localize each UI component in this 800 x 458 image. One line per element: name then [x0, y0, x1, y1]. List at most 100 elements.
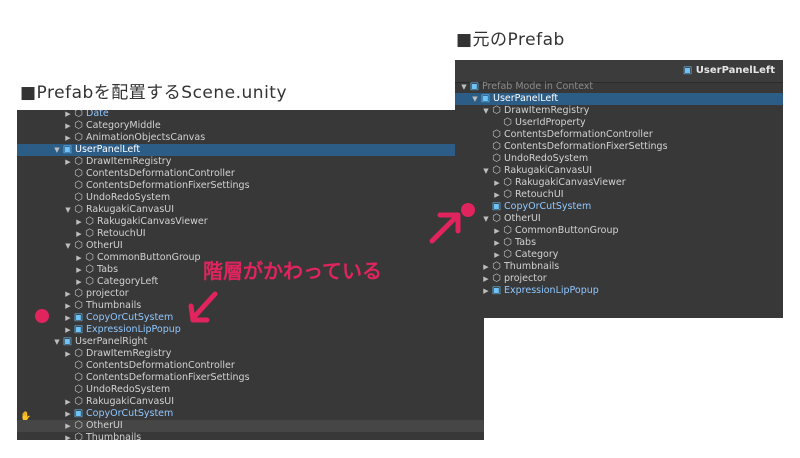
tree-item-undoredosystem[interactable]: ⬡ UndoRedoSystem [455, 153, 783, 165]
expand-right-icon[interactable]: ▶ [64, 420, 72, 432]
tree-item-contentsdeformationcontroller[interactable]: ⬡ ContentsDeformationController [17, 360, 484, 372]
expand-down-icon[interactable]: ▼ [460, 81, 468, 93]
tree-item-rakugakicanvasui[interactable]: ▼ ⬡ RakugakiCanvasUI [17, 204, 484, 216]
expand-right-icon[interactable]: ▶ [64, 348, 72, 360]
tree-item-retouchui[interactable]: ▶ ⬡ RetouchUI [455, 189, 783, 201]
expand-down-icon[interactable]: ▼ [471, 93, 479, 105]
tree-item-label: AnimationObjectsCanvas [86, 132, 206, 143]
tree-item-projector[interactable]: ▶ ⬡ projector [17, 288, 484, 300]
expand-right-icon[interactable]: ▶ [64, 324, 72, 336]
tree-item-label: RakugakiCanvasViewer [97, 216, 208, 227]
prefab-header-label: UserPanelLeft [695, 65, 775, 76]
tree-item-otherui[interactable]: ▼ ⬡ OtherUI [17, 240, 484, 252]
expand-down-icon[interactable]: ▼ [482, 105, 490, 117]
tree-item-label: RakugakiCanvasUI [86, 396, 175, 407]
tree-item-undoredosystem[interactable]: ⬡ UndoRedoSystem [17, 384, 484, 396]
tree-item-tabs[interactable]: ▶ ⬡ Tabs [455, 237, 783, 249]
tree-item-undoredosystem[interactable]: ⬡ UndoRedoSystem [17, 192, 484, 204]
tree-item-animationobjectscanvas[interactable]: ▶ ⬡ AnimationObjectsCanvas [17, 132, 484, 144]
tree-item-label: DrawItemRegistry [86, 348, 172, 359]
tree-item-userpanelleft[interactable]: ▼ ▣ UserPanelLeft [455, 93, 783, 105]
tree-item-expressionlippopup[interactable]: ▶ ▣ ExpressionLipPopup [17, 324, 484, 336]
expand-right-icon[interactable]: ▶ [64, 396, 72, 408]
tree-item-otherui[interactable]: ▶ ⬡ OtherUI [17, 420, 484, 432]
expand-right-icon[interactable]: ▶ [64, 156, 72, 168]
expand-down-icon[interactable]: ▼ [64, 240, 72, 252]
expand-right-icon[interactable]: ▶ [493, 189, 501, 201]
expand-down-icon[interactable]: ▼ [482, 213, 490, 225]
tree-item-contentsdeformationfixersettings[interactable]: ⬡ ContentsDeformationFixerSettings [455, 141, 783, 153]
tree-item-label: ContentsDeformationController [504, 129, 653, 140]
tree-item-copyorcutsystem[interactable]: ▶ ▣ CopyOrCutSystem [17, 312, 484, 324]
expand-right-icon[interactable]: ▶ [64, 432, 72, 440]
tree-item-rakugakicanvasviewer[interactable]: ▶ ⬡ RakugakiCanvasViewer [455, 177, 783, 189]
tree-item-thumbnails[interactable]: ▶ ⬡ Thumbnails [455, 261, 783, 273]
expand-right-icon[interactable]: ▶ [64, 110, 72, 120]
tree-item-expressionlippopup[interactable]: ▶ ▣ ExpressionLipPopup [455, 285, 783, 297]
tree-item-otherui[interactable]: ▼ ⬡ OtherUI [455, 213, 783, 225]
expand-down-icon[interactable]: ▼ [53, 336, 61, 348]
expand-right-icon[interactable]: ▶ [75, 228, 83, 240]
expand-right-icon[interactable]: ▶ [482, 273, 490, 285]
tree-item-drawitemregistry[interactable]: ▶ ⬡ DrawItemRegistry [17, 156, 484, 168]
expand-right-icon[interactable]: ▶ [75, 276, 83, 288]
tree-item-thumbnails[interactable]: ▶ ⬡ Thumbnails [17, 432, 484, 440]
tree-item-userpanelright[interactable]: ▼ ▣ UserPanelRight [17, 336, 484, 348]
gameobject-icon: ⬡ [74, 120, 83, 131]
expand-right-icon[interactable]: ▶ [493, 225, 501, 237]
tree-item-copyorcutsystem[interactable]: ▣ CopyOrCutSystem [455, 201, 783, 213]
tree-item-prefab-mode-in-context[interactable]: ▼ ▣ Prefab Mode in Context [455, 81, 783, 93]
tree-item-drawitemregistry[interactable]: ▶ ⬡ DrawItemRegistry [17, 348, 484, 360]
expand-right-icon[interactable]: ▶ [493, 249, 501, 261]
tree-item-label: UndoRedoSystem [86, 384, 171, 395]
tree-item-copyorcutsystem[interactable]: ▶ ▣ CopyOrCutSystem [17, 408, 484, 420]
expand-right-icon[interactable]: ▶ [482, 285, 490, 297]
expand-right-icon[interactable]: ▶ [75, 252, 83, 264]
expand-right-icon[interactable]: ▶ [64, 300, 72, 312]
tree-item-label: Thumbnails [86, 432, 142, 440]
expand-down-icon[interactable]: ▼ [64, 204, 72, 216]
tree-item-category[interactable]: ▶ ⬡ Category [455, 249, 783, 261]
tree-item-label: CommonButtonGroup [515, 225, 619, 236]
gameobject-icon: ⬡ [503, 237, 512, 248]
tree-item-commonbuttongroup[interactable]: ▶ ⬡ CommonButtonGroup [455, 225, 783, 237]
tree-item-contentsdeformationfixersettings[interactable]: ⬡ ContentsDeformationFixerSettings [17, 372, 484, 384]
gameobject-icon: ⬡ [492, 261, 501, 272]
tree-item-label: OtherUI [86, 240, 123, 251]
expand-right-icon[interactable]: ▶ [75, 264, 83, 276]
prefab-icon: ▣ [73, 312, 84, 323]
tree-item-drawitemregistry[interactable]: ▼ ⬡ DrawItemRegistry [455, 105, 783, 117]
tree-item-rakugakicanvasviewer[interactable]: ▶ ⬡ RakugakiCanvasViewer [17, 216, 484, 228]
tree-item-retouchui[interactable]: ▶ ⬡ RetouchUI [17, 228, 484, 240]
tree-item-contentsdeformationfixersettings[interactable]: ⬡ ContentsDeformationFixerSettings [17, 180, 484, 192]
tree-item-contentsdeformationcontroller[interactable]: ⬡ ContentsDeformationController [17, 168, 484, 180]
expand-right-icon[interactable]: ▶ [64, 120, 72, 132]
gameobject-icon: ⬡ [74, 110, 83, 119]
expand-right-icon[interactable]: ▶ [64, 288, 72, 300]
gameobject-icon: ⬡ [492, 273, 501, 284]
tree-item-contentsdeformationcontroller[interactable]: ⬡ ContentsDeformationController [455, 129, 783, 141]
tree-item-userpanelleft[interactable]: ▼ ▣ UserPanelLeft [17, 144, 484, 156]
tree-item-categorymiddle[interactable]: ▶ ⬡ CategoryMiddle [17, 120, 484, 132]
expand-right-icon[interactable]: ▶ [64, 132, 72, 144]
gameobject-icon: ⬡ [74, 204, 83, 215]
expand-right-icon[interactable]: ▶ [482, 261, 490, 273]
expand-right-icon[interactable]: ▶ [493, 237, 501, 249]
tree-item-rakugakicanvasui[interactable]: ▶ ⬡ RakugakiCanvasUI [17, 396, 484, 408]
prefab-icon: ▣ [73, 324, 84, 335]
expand-right-icon[interactable]: ▶ [64, 408, 72, 420]
expand-right-icon[interactable]: ▶ [493, 177, 501, 189]
tree-item-useridproperty[interactable]: ⬡ UserIdProperty [455, 117, 783, 129]
prefab-icon: ▣ [62, 144, 73, 155]
tree-item-projector[interactable]: ▶ ⬡ projector [455, 273, 783, 285]
tree-item-thumbnails[interactable]: ▶ ⬡ Thumbnails [17, 300, 484, 312]
expand-right-icon[interactable]: ▶ [64, 312, 72, 324]
expand-down-icon[interactable]: ▼ [53, 144, 61, 156]
prefab-hierarchy-panel[interactable]: ▣ UserPanelLeft ▼ ▣ Prefab Mode in Context… [455, 60, 783, 318]
expand-down-icon[interactable]: ▼ [482, 165, 490, 177]
tree-item-label: RakugakiCanvasViewer [515, 177, 626, 188]
tree-item-rakugakicanvasui[interactable]: ▼ ⬡ RakugakiCanvasUI [455, 165, 783, 177]
expand-right-icon[interactable]: ▶ [75, 216, 83, 228]
tree-item-date[interactable]: ▶ ⬡ Date [17, 110, 484, 120]
gameobject-icon: ⬡ [74, 396, 83, 407]
